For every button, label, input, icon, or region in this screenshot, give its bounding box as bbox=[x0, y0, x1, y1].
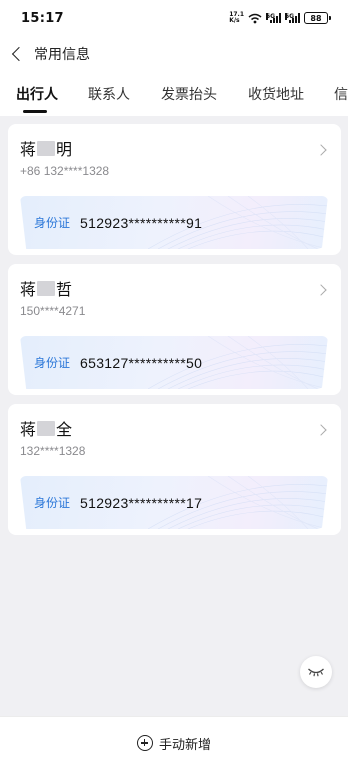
back-icon[interactable] bbox=[11, 46, 27, 62]
bottom-bar: 手动新增 bbox=[0, 716, 348, 769]
id-number: 653127**********50 bbox=[80, 354, 203, 371]
passenger-card[interactable]: 蒋 全 132****1328 身份证 512923**********17 bbox=[8, 404, 341, 535]
chevron-right-icon[interactable] bbox=[315, 144, 327, 156]
network-speed: 17.1 K/s bbox=[229, 11, 244, 24]
status-bar: 15:17 17.1 K/s 5G 5G 88 bbox=[0, 0, 348, 36]
tab-bar: 出行人 联系人 发票抬头 收货地址 信 bbox=[0, 72, 348, 116]
id-type-label: 身份证 bbox=[34, 496, 71, 510]
passenger-phone: 150****4271 bbox=[20, 304, 86, 318]
name-mask bbox=[37, 140, 56, 156]
id-number: 512923**********91 bbox=[80, 214, 203, 231]
battery-icon: 88 bbox=[304, 12, 331, 24]
tab-info[interactable]: 信 bbox=[334, 72, 348, 116]
plus-circle-icon bbox=[136, 735, 153, 751]
tab-shipping-address[interactable]: 收货地址 bbox=[248, 72, 304, 116]
page-title: 常用信息 bbox=[34, 47, 90, 63]
status-time: 15:17 bbox=[21, 10, 64, 26]
id-card-box: 身份证 653127**********50 bbox=[20, 336, 328, 389]
tab-invoice-title[interactable]: 发票抬头 bbox=[161, 72, 217, 116]
signal-1-icon: 5G bbox=[266, 13, 281, 23]
status-icons: 17.1 K/s 5G 5G 88 bbox=[229, 11, 331, 24]
passenger-card[interactable]: 蒋 哲 150****4271 身份证 653127**********50 bbox=[8, 264, 341, 395]
passenger-name: 蒋 哲 bbox=[20, 280, 73, 299]
passenger-name: 蒋 明 bbox=[20, 140, 73, 159]
id-type-label: 身份证 bbox=[34, 216, 71, 230]
id-type-label: 身份证 bbox=[34, 356, 71, 370]
passenger-name: 蒋 全 bbox=[20, 420, 73, 439]
id-card-box: 身份证 512923**********91 bbox=[20, 196, 328, 249]
active-tab-indicator bbox=[23, 110, 47, 113]
tab-contacts[interactable]: 联系人 bbox=[88, 72, 130, 116]
id-number: 512923**********17 bbox=[80, 494, 203, 511]
passenger-phone: 132****1328 bbox=[20, 444, 86, 458]
chevron-right-icon[interactable] bbox=[315, 284, 327, 296]
add-manually-label: 手动新增 bbox=[158, 737, 211, 753]
passenger-phone: +86 132****1328 bbox=[20, 164, 110, 178]
add-manually-button[interactable]: 手动新增 bbox=[136, 734, 211, 753]
name-mask bbox=[37, 280, 56, 296]
eye-closed-icon bbox=[308, 668, 324, 677]
toggle-visibility-button[interactable] bbox=[300, 656, 332, 688]
chevron-right-icon[interactable] bbox=[315, 424, 327, 436]
id-card-box: 身份证 512923**********17 bbox=[20, 476, 328, 529]
signal-2-icon: 5G bbox=[285, 13, 300, 23]
passenger-card[interactable]: 蒋 明 +86 132****1328 身份证 512923**********… bbox=[8, 124, 341, 255]
nav-header: 常用信息 bbox=[0, 36, 348, 72]
wifi-icon bbox=[248, 13, 262, 23]
name-mask bbox=[37, 420, 56, 436]
